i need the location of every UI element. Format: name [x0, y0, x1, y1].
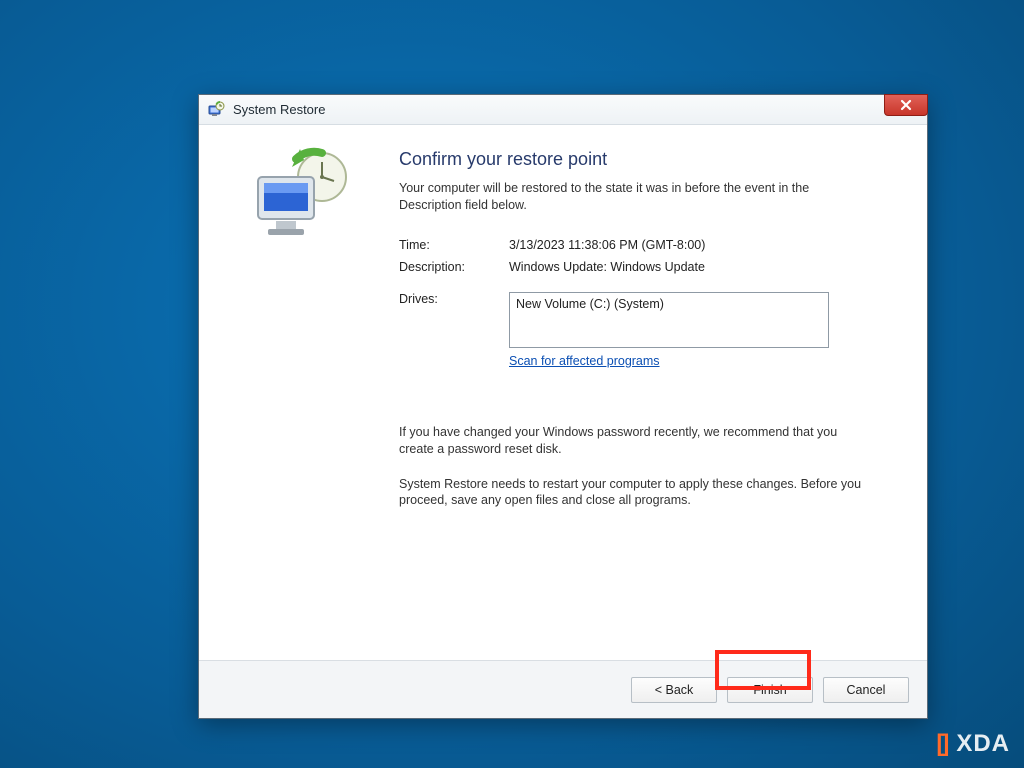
drives-cell: New Volume (C:) (System) Scan for affect… [509, 292, 887, 368]
close-button[interactable] [884, 94, 928, 116]
cancel-button[interactable]: Cancel [823, 677, 909, 703]
system-restore-icon [207, 101, 225, 119]
dialog-content: Confirm your restore point Your computer… [399, 125, 927, 660]
drives-list[interactable]: New Volume (C:) (System) [509, 292, 829, 348]
scan-affected-programs-link[interactable]: Scan for affected programs [509, 354, 660, 368]
desktop-background: System Restore [0, 0, 1024, 768]
system-restore-artwork-icon [244, 147, 354, 247]
drives-label: Drives: [399, 292, 509, 306]
close-icon [899, 99, 913, 111]
drives-row: Drives: New Volume (C:) (System) Scan fo… [399, 292, 887, 368]
page-heading: Confirm your restore point [399, 149, 887, 170]
details-grid: Time: 3/13/2023 11:38:06 PM (GMT-8:00) D… [399, 238, 887, 274]
drive-item: New Volume (C:) (System) [516, 297, 664, 311]
window-title: System Restore [233, 102, 325, 117]
lead-text: Your computer will be restored to the st… [399, 180, 869, 214]
time-label: Time: [399, 238, 509, 252]
watermark-text: XDA [956, 730, 1010, 758]
password-note: If you have changed your Windows passwor… [399, 424, 869, 458]
dialog-sidebar [199, 125, 399, 660]
system-restore-dialog: System Restore [198, 94, 928, 719]
xda-watermark: [ ] XDA [936, 730, 1010, 758]
description-value: Windows Update: Windows Update [509, 260, 887, 274]
back-button[interactable]: < Back [631, 677, 717, 703]
restart-note: System Restore needs to restart your com… [399, 476, 869, 510]
time-value: 3/13/2023 11:38:06 PM (GMT-8:00) [509, 238, 887, 252]
dialog-footer: < Back Finish Cancel [199, 660, 927, 718]
dialog-body: Confirm your restore point Your computer… [199, 125, 927, 660]
description-label: Description: [399, 260, 509, 274]
titlebar: System Restore [199, 95, 927, 125]
bracket-icon: ] [941, 730, 950, 758]
finish-button[interactable]: Finish [727, 677, 813, 703]
